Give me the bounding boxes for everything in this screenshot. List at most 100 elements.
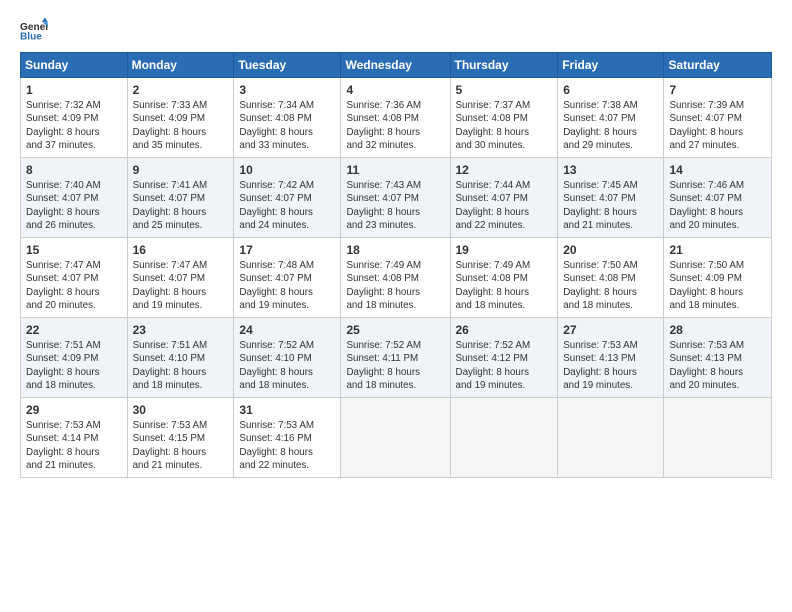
calendar-day-cell: 19Sunrise: 7:49 AMSunset: 4:08 PMDayligh…: [450, 238, 558, 318]
calendar-day-cell: 20Sunrise: 7:50 AMSunset: 4:08 PMDayligh…: [558, 238, 664, 318]
day-info: Sunrise: 7:50 AMSunset: 4:09 PMDaylight:…: [669, 259, 766, 312]
day-number: 23: [133, 322, 229, 338]
day-info: Sunrise: 7:51 AMSunset: 4:09 PMDaylight:…: [26, 339, 122, 392]
day-number: 8: [26, 162, 122, 178]
day-info: Sunrise: 7:52 AMSunset: 4:10 PMDaylight:…: [239, 339, 335, 392]
calendar-day-cell: 17Sunrise: 7:48 AMSunset: 4:07 PMDayligh…: [234, 238, 341, 318]
day-info: Sunrise: 7:50 AMSunset: 4:08 PMDaylight:…: [563, 259, 658, 312]
day-info: Sunrise: 7:44 AMSunset: 4:07 PMDaylight:…: [456, 179, 553, 232]
calendar-day-cell: 27Sunrise: 7:53 AMSunset: 4:13 PMDayligh…: [558, 318, 664, 398]
calendar-day-cell: [558, 398, 664, 478]
calendar-page: General Blue SundayMondayTuesdayWednesda…: [0, 0, 792, 488]
calendar-day-cell: 12Sunrise: 7:44 AMSunset: 4:07 PMDayligh…: [450, 158, 558, 238]
day-number: 24: [239, 322, 335, 338]
day-info: Sunrise: 7:53 AMSunset: 4:14 PMDaylight:…: [26, 419, 122, 472]
day-number: 18: [346, 242, 444, 258]
calendar-day-cell: 30Sunrise: 7:53 AMSunset: 4:15 PMDayligh…: [127, 398, 234, 478]
day-info: Sunrise: 7:37 AMSunset: 4:08 PMDaylight:…: [456, 99, 553, 152]
calendar-header-row: SundayMondayTuesdayWednesdayThursdayFrid…: [21, 53, 772, 78]
day-number: 6: [563, 82, 658, 98]
day-number: 30: [133, 402, 229, 418]
day-number: 21: [669, 242, 766, 258]
calendar-day-cell: 11Sunrise: 7:43 AMSunset: 4:07 PMDayligh…: [341, 158, 450, 238]
calendar-day-cell: 22Sunrise: 7:51 AMSunset: 4:09 PMDayligh…: [21, 318, 128, 398]
day-info: Sunrise: 7:47 AMSunset: 4:07 PMDaylight:…: [133, 259, 229, 312]
day-info: Sunrise: 7:49 AMSunset: 4:08 PMDaylight:…: [346, 259, 444, 312]
weekday-header: Sunday: [21, 53, 128, 78]
calendar-table: SundayMondayTuesdayWednesdayThursdayFrid…: [20, 52, 772, 478]
calendar-day-cell: 24Sunrise: 7:52 AMSunset: 4:10 PMDayligh…: [234, 318, 341, 398]
calendar-day-cell: 1Sunrise: 7:32 AMSunset: 4:09 PMDaylight…: [21, 78, 128, 158]
calendar-day-cell: 13Sunrise: 7:45 AMSunset: 4:07 PMDayligh…: [558, 158, 664, 238]
calendar-day-cell: 4Sunrise: 7:36 AMSunset: 4:08 PMDaylight…: [341, 78, 450, 158]
calendar-week-row: 15Sunrise: 7:47 AMSunset: 4:07 PMDayligh…: [21, 238, 772, 318]
calendar-day-cell: 8Sunrise: 7:40 AMSunset: 4:07 PMDaylight…: [21, 158, 128, 238]
logo-icon: General Blue: [20, 16, 48, 44]
day-info: Sunrise: 7:32 AMSunset: 4:09 PMDaylight:…: [26, 99, 122, 152]
calendar-week-row: 29Sunrise: 7:53 AMSunset: 4:14 PMDayligh…: [21, 398, 772, 478]
calendar-day-cell: 16Sunrise: 7:47 AMSunset: 4:07 PMDayligh…: [127, 238, 234, 318]
day-info: Sunrise: 7:39 AMSunset: 4:07 PMDaylight:…: [669, 99, 766, 152]
day-number: 17: [239, 242, 335, 258]
day-info: Sunrise: 7:51 AMSunset: 4:10 PMDaylight:…: [133, 339, 229, 392]
day-info: Sunrise: 7:53 AMSunset: 4:16 PMDaylight:…: [239, 419, 335, 472]
day-number: 7: [669, 82, 766, 98]
day-info: Sunrise: 7:40 AMSunset: 4:07 PMDaylight:…: [26, 179, 122, 232]
calendar-day-cell: [450, 398, 558, 478]
day-info: Sunrise: 7:33 AMSunset: 4:09 PMDaylight:…: [133, 99, 229, 152]
day-number: 10: [239, 162, 335, 178]
day-info: Sunrise: 7:49 AMSunset: 4:08 PMDaylight:…: [456, 259, 553, 312]
day-number: 26: [456, 322, 553, 338]
calendar-day-cell: [341, 398, 450, 478]
day-number: 12: [456, 162, 553, 178]
calendar-week-row: 1Sunrise: 7:32 AMSunset: 4:09 PMDaylight…: [21, 78, 772, 158]
svg-text:Blue: Blue: [20, 31, 42, 42]
calendar-day-cell: [664, 398, 772, 478]
day-number: 25: [346, 322, 444, 338]
calendar-day-cell: 9Sunrise: 7:41 AMSunset: 4:07 PMDaylight…: [127, 158, 234, 238]
day-number: 9: [133, 162, 229, 178]
day-info: Sunrise: 7:42 AMSunset: 4:07 PMDaylight:…: [239, 179, 335, 232]
page-header: General Blue: [20, 16, 772, 44]
calendar-week-row: 8Sunrise: 7:40 AMSunset: 4:07 PMDaylight…: [21, 158, 772, 238]
day-info: Sunrise: 7:34 AMSunset: 4:08 PMDaylight:…: [239, 99, 335, 152]
calendar-week-row: 22Sunrise: 7:51 AMSunset: 4:09 PMDayligh…: [21, 318, 772, 398]
calendar-day-cell: 25Sunrise: 7:52 AMSunset: 4:11 PMDayligh…: [341, 318, 450, 398]
day-info: Sunrise: 7:47 AMSunset: 4:07 PMDaylight:…: [26, 259, 122, 312]
calendar-day-cell: 21Sunrise: 7:50 AMSunset: 4:09 PMDayligh…: [664, 238, 772, 318]
day-number: 15: [26, 242, 122, 258]
day-info: Sunrise: 7:46 AMSunset: 4:07 PMDaylight:…: [669, 179, 766, 232]
day-number: 20: [563, 242, 658, 258]
weekday-header: Thursday: [450, 53, 558, 78]
day-number: 4: [346, 82, 444, 98]
weekday-header: Monday: [127, 53, 234, 78]
day-info: Sunrise: 7:38 AMSunset: 4:07 PMDaylight:…: [563, 99, 658, 152]
logo: General Blue: [20, 16, 52, 44]
calendar-day-cell: 29Sunrise: 7:53 AMSunset: 4:14 PMDayligh…: [21, 398, 128, 478]
calendar-day-cell: 3Sunrise: 7:34 AMSunset: 4:08 PMDaylight…: [234, 78, 341, 158]
day-number: 29: [26, 402, 122, 418]
calendar-day-cell: 6Sunrise: 7:38 AMSunset: 4:07 PMDaylight…: [558, 78, 664, 158]
calendar-day-cell: 18Sunrise: 7:49 AMSunset: 4:08 PMDayligh…: [341, 238, 450, 318]
calendar-day-cell: 7Sunrise: 7:39 AMSunset: 4:07 PMDaylight…: [664, 78, 772, 158]
day-number: 3: [239, 82, 335, 98]
calendar-day-cell: 14Sunrise: 7:46 AMSunset: 4:07 PMDayligh…: [664, 158, 772, 238]
calendar-day-cell: 28Sunrise: 7:53 AMSunset: 4:13 PMDayligh…: [664, 318, 772, 398]
day-info: Sunrise: 7:45 AMSunset: 4:07 PMDaylight:…: [563, 179, 658, 232]
day-number: 28: [669, 322, 766, 338]
day-number: 16: [133, 242, 229, 258]
day-info: Sunrise: 7:53 AMSunset: 4:13 PMDaylight:…: [669, 339, 766, 392]
day-number: 5: [456, 82, 553, 98]
day-number: 11: [346, 162, 444, 178]
calendar-day-cell: 10Sunrise: 7:42 AMSunset: 4:07 PMDayligh…: [234, 158, 341, 238]
day-number: 1: [26, 82, 122, 98]
weekday-header: Tuesday: [234, 53, 341, 78]
day-info: Sunrise: 7:53 AMSunset: 4:13 PMDaylight:…: [563, 339, 658, 392]
day-info: Sunrise: 7:36 AMSunset: 4:08 PMDaylight:…: [346, 99, 444, 152]
weekday-header: Saturday: [664, 53, 772, 78]
weekday-header: Wednesday: [341, 53, 450, 78]
day-number: 31: [239, 402, 335, 418]
day-info: Sunrise: 7:52 AMSunset: 4:12 PMDaylight:…: [456, 339, 553, 392]
day-info: Sunrise: 7:48 AMSunset: 4:07 PMDaylight:…: [239, 259, 335, 312]
day-info: Sunrise: 7:53 AMSunset: 4:15 PMDaylight:…: [133, 419, 229, 472]
